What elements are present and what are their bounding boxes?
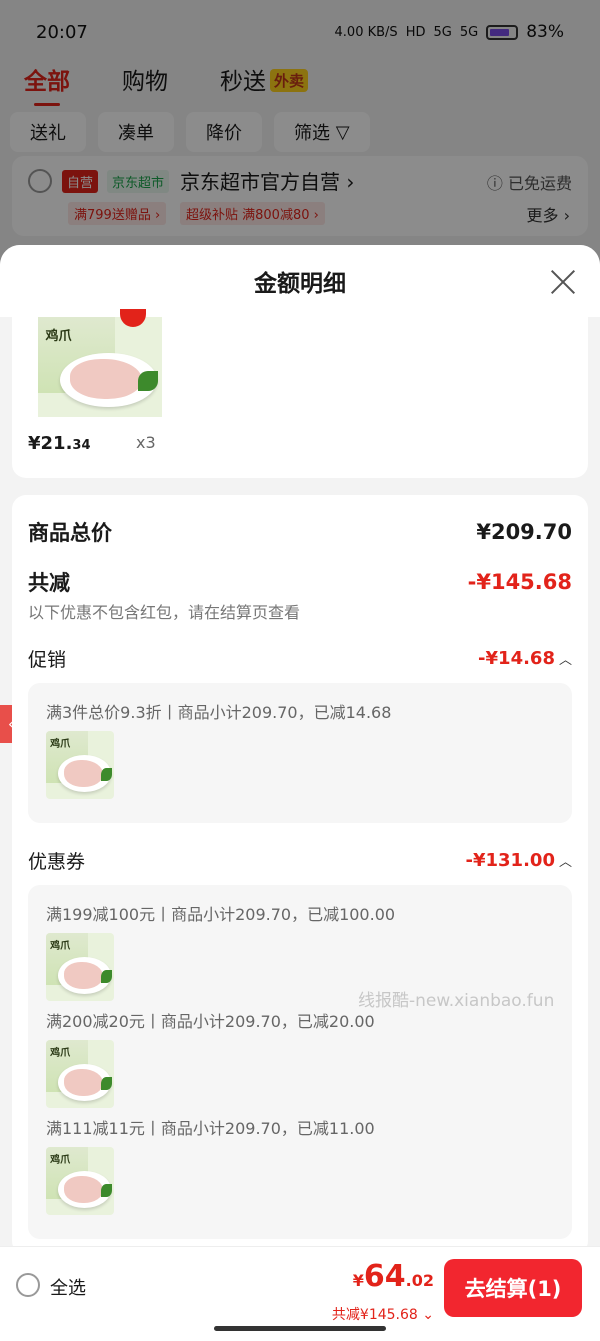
product-quantity: x3 bbox=[136, 433, 156, 452]
promo-group: 满3件总价9.3折丨商品小计209.70，已减14.68 鸡爪 bbox=[28, 683, 572, 823]
amount-detail-sheet: 金额明细 鸡爪 ¥21.34 x3 ‹ 豆瓣 商品总价 ¥209.70 共减 -… bbox=[0, 245, 600, 1341]
discount-value: -¥145.68 bbox=[467, 570, 572, 594]
watermark: 线报酷-new.xianbao.fun bbox=[358, 991, 555, 1011]
chevron-down-icon: ⌄ bbox=[417, 1307, 434, 1323]
total-discount-label: 共减¥145.68 bbox=[331, 1307, 418, 1323]
price-integer: 64 bbox=[363, 1259, 406, 1294]
coupon-label: 优惠券 bbox=[28, 851, 86, 873]
coupon-product-thumbnail-2[interactable]: 鸡爪 bbox=[46, 1040, 114, 1108]
price-symbol: ¥ bbox=[352, 1271, 364, 1290]
coupon-product-thumbnail-3[interactable]: 鸡爪 bbox=[46, 1147, 114, 1215]
product-price-decimal: 34 bbox=[72, 438, 91, 453]
promo-product-thumbnail[interactable]: 鸡爪 bbox=[46, 731, 114, 799]
discount-label: 共减 bbox=[28, 571, 70, 595]
coupon-thumb-label-2: 鸡爪 bbox=[50, 1048, 71, 1060]
coupon-header[interactable]: 优惠券 -¥131.00 ︿ bbox=[28, 847, 572, 874]
coupon-value: -¥131.00 bbox=[465, 850, 555, 871]
select-all-radio[interactable] bbox=[16, 1273, 40, 1297]
promo-label: 促销 bbox=[28, 649, 67, 671]
promo-thumb-label: 鸡爪 bbox=[50, 739, 71, 751]
product-thumbnail[interactable]: 鸡爪 bbox=[38, 317, 162, 417]
price-decimal: .02 bbox=[405, 1271, 434, 1290]
coupon-group: 满199减100元丨商品小计209.70，已减100.00 鸡爪 满200减20… bbox=[28, 885, 572, 1239]
coupon-thumb-label-3: 鸡爪 bbox=[50, 1155, 71, 1167]
coupon-line-2: 满200减20元丨商品小计209.70，已减20.00 bbox=[46, 1012, 375, 1031]
product-price: ¥21.34 bbox=[28, 433, 91, 454]
price-detail-card: 商品总价 ¥209.70 共减 -¥145.68 以下优惠不包含红包，请在结算页… bbox=[12, 495, 588, 1255]
promo-header[interactable]: 促销 -¥14.68 ︿ bbox=[28, 645, 572, 672]
total-label: 商品总价 bbox=[28, 521, 112, 545]
close-icon[interactable] bbox=[550, 269, 576, 295]
select-all-label[interactable]: 全选 bbox=[50, 1274, 86, 1300]
discount-row: 共减 -¥145.68 bbox=[28, 567, 572, 597]
coupon-product-thumbnail-1[interactable]: 鸡爪 bbox=[46, 933, 114, 1001]
product-card: 鸡爪 ¥21.34 x3 bbox=[12, 309, 588, 478]
coupon-line-1: 满199减100元丨商品小计209.70，已减100.00 bbox=[46, 905, 396, 924]
total-row: 商品总价 ¥209.70 bbox=[28, 517, 572, 547]
chevron-up-icon: ︿ bbox=[558, 653, 572, 668]
total-value: ¥209.70 bbox=[476, 520, 572, 544]
final-price: ¥64.02 bbox=[353, 1259, 434, 1294]
coupon-line-3: 满111减11元丨商品小计209.70，已减11.00 bbox=[46, 1119, 375, 1138]
sheet-header: 金额明细 bbox=[0, 245, 600, 317]
discount-note: 以下优惠不包含红包，请在结算页查看 bbox=[28, 603, 301, 622]
chevron-up-icon: ︿ bbox=[558, 855, 572, 870]
promo-line: 满3件总价9.3折丨商品小计209.70，已减14.68 bbox=[46, 703, 392, 722]
total-discount-toggle[interactable]: 共减¥145.68 ⌄ bbox=[332, 1304, 434, 1324]
home-indicator bbox=[214, 1326, 386, 1331]
product-thumb-label: 鸡爪 bbox=[45, 329, 72, 344]
sheet-title: 金额明细 bbox=[254, 271, 346, 297]
checkout-button[interactable]: 去结算(1) bbox=[444, 1259, 582, 1317]
promo-value: -¥14.68 bbox=[478, 648, 555, 669]
product-price-main: ¥21. bbox=[28, 433, 73, 454]
coupon-thumb-label-1: 鸡爪 bbox=[50, 941, 71, 953]
